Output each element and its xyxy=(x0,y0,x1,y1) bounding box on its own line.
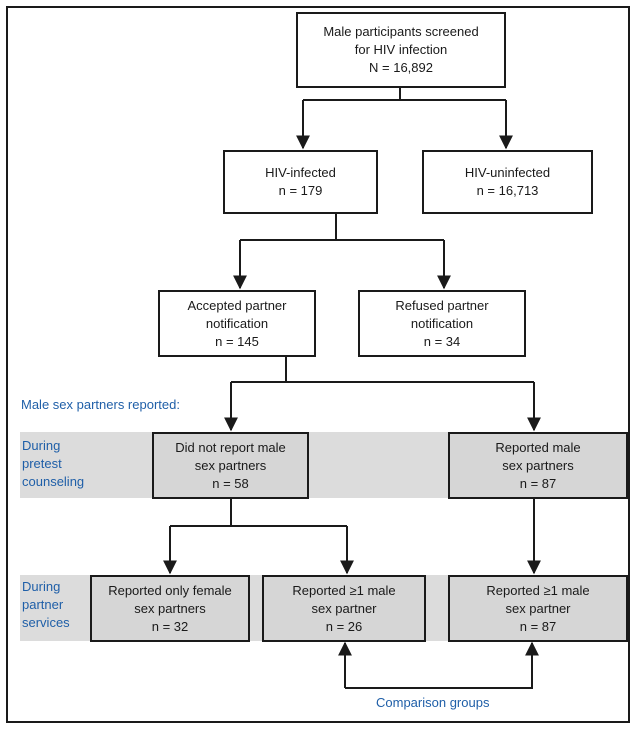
node-text: n = 26 xyxy=(325,618,363,634)
node-text: notification xyxy=(410,315,474,331)
node-text: Did not report male xyxy=(175,439,286,455)
conn-infected-split xyxy=(240,213,444,241)
node-text: sex partners xyxy=(134,600,206,616)
node-text: for HIV infection xyxy=(354,42,448,57)
node-ge1-male-pretest-yes: Reported ≥1 male sex partner n = 87 xyxy=(448,575,628,642)
conn-accepted-split xyxy=(231,356,534,383)
node-text: n = 58 xyxy=(212,475,249,491)
node-text: n = 34 xyxy=(423,333,461,349)
male-partners-reported-label: Male sex partners reported: xyxy=(21,397,180,412)
label-line: counseling xyxy=(22,474,85,489)
node-did-not-report: Did not report male sex partners n = 58 xyxy=(152,432,309,499)
node-refused: Refused partner notification n = 34 xyxy=(358,290,526,357)
node-text: N = 16,892 xyxy=(369,60,433,75)
node-accepted: Accepted partner notification n = 145 xyxy=(158,290,316,357)
node-text: n = 87 xyxy=(519,618,557,634)
node-text: HIV-infected xyxy=(265,165,336,180)
label-line: services xyxy=(22,615,70,630)
node-text: sex partners xyxy=(194,457,267,473)
node-text: n = 32 xyxy=(151,618,189,634)
node-text: n = 87 xyxy=(519,475,557,491)
node-text: n = 16,713 xyxy=(476,183,539,198)
node-text: Reported male xyxy=(495,439,581,455)
node-hiv-infected: HIV-infected n = 179 xyxy=(223,150,378,214)
node-text: Male participants screened xyxy=(323,24,479,39)
node-text: Reported ≥1 male xyxy=(486,582,590,598)
label-line: During xyxy=(22,438,61,453)
node-text: sex partner xyxy=(505,600,571,616)
label-line: pretest xyxy=(22,456,62,471)
node-text: notification xyxy=(205,315,269,331)
label-line: During xyxy=(22,579,61,594)
node-only-female: Reported only female sex partners n = 32 xyxy=(90,575,250,642)
comparison-bracket xyxy=(344,643,533,689)
node-ge1-male-pretest-no: Reported ≥1 male sex partner n = 26 xyxy=(262,575,426,642)
node-text: n = 145 xyxy=(215,333,259,349)
node-text: Refused partner xyxy=(395,297,489,313)
node-text: Accepted partner xyxy=(187,297,287,313)
node-hiv-uninfected: HIV-uninfected n = 16,713 xyxy=(422,150,593,214)
node-text: sex partners xyxy=(502,457,574,473)
partner-services-label: During partner services xyxy=(22,578,70,632)
conn-did-not-split xyxy=(170,498,347,527)
node-reported-male: Reported male sex partners n = 87 xyxy=(448,432,628,499)
comparison-groups-label: Comparison groups xyxy=(376,695,490,710)
conn-screened-split xyxy=(303,86,506,101)
node-text: n = 179 xyxy=(278,183,323,198)
pretest-counseling-label: During pretest counseling xyxy=(22,437,84,491)
node-text: HIV-uninfected xyxy=(464,165,551,180)
node-screened: Male participants screened for HIV infec… xyxy=(296,12,506,88)
node-text: sex partner xyxy=(311,600,377,616)
node-text: Reported ≥1 male xyxy=(292,582,396,598)
node-text: Reported only female xyxy=(108,582,232,598)
label-line: partner xyxy=(22,597,64,612)
